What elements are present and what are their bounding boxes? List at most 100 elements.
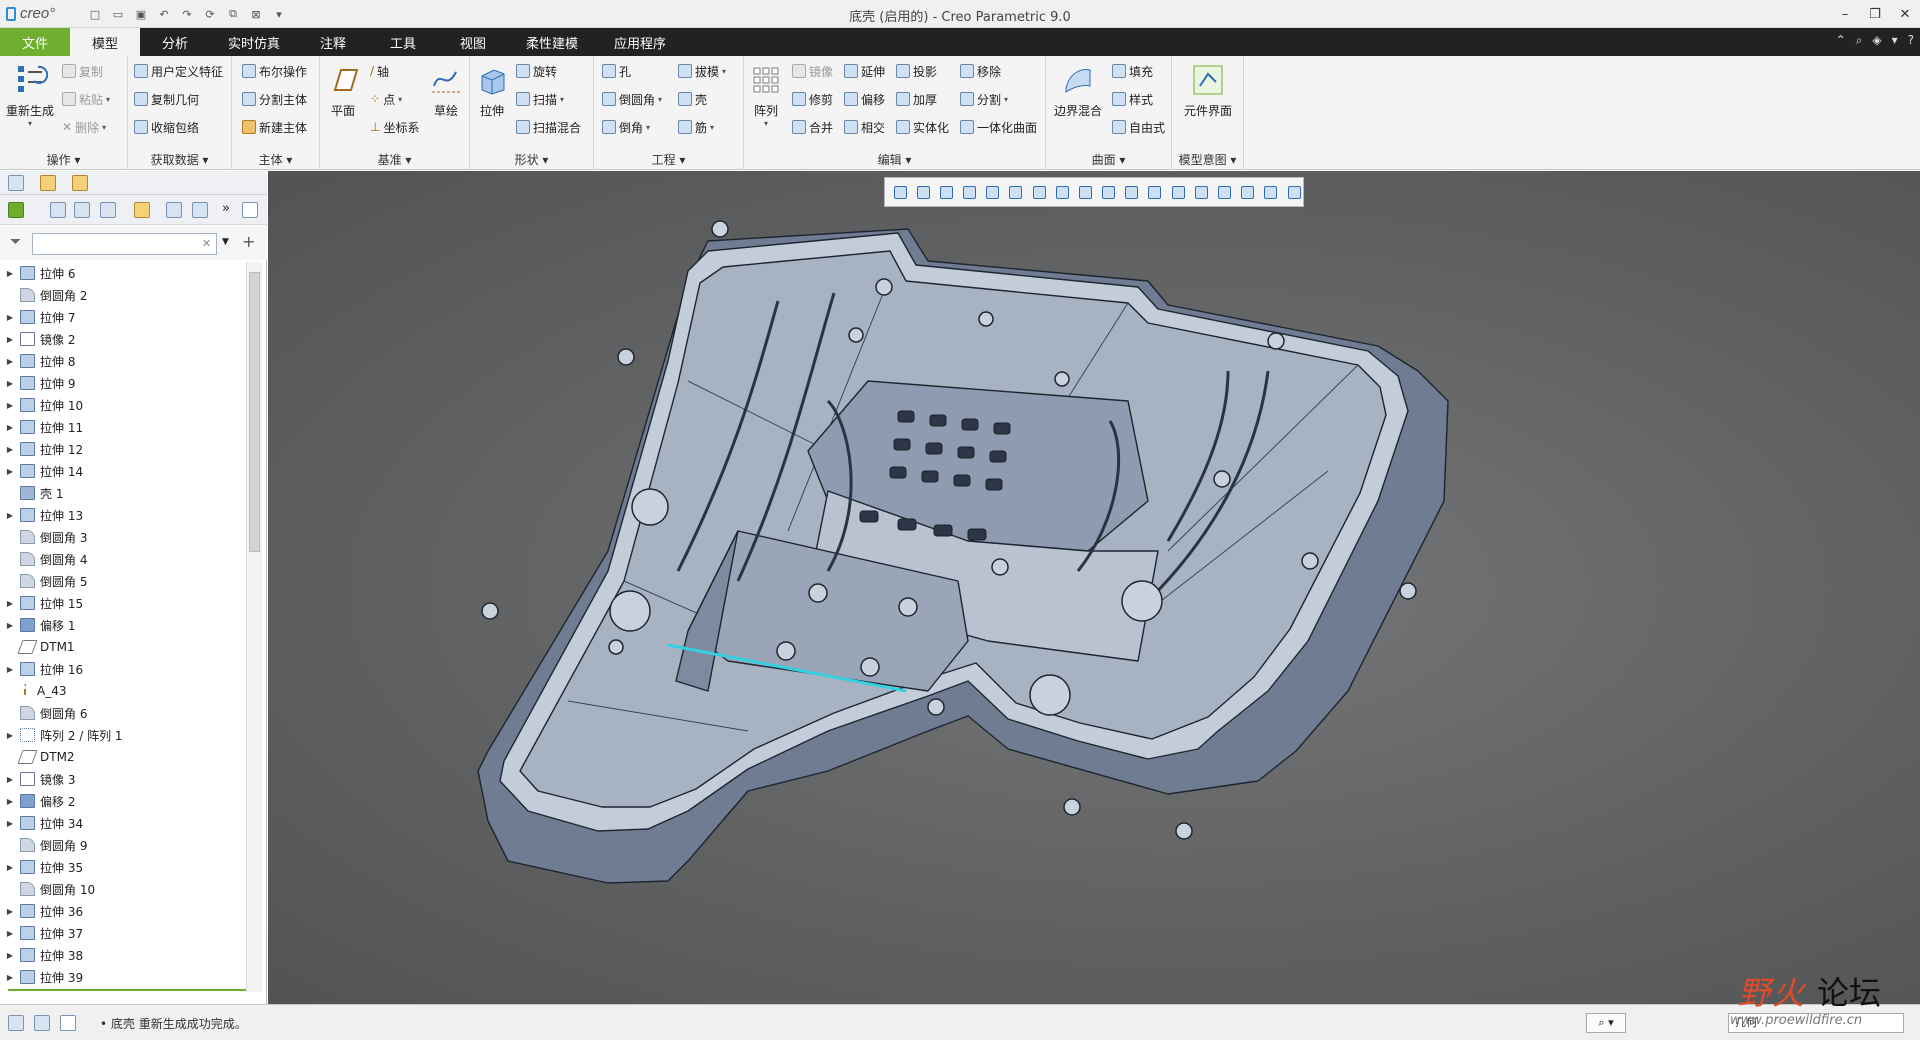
add-icon[interactable]: + [242, 232, 255, 251]
freestyle-button[interactable]: 自由式 [1112, 118, 1165, 136]
component-interface-button[interactable]: 元件界面 [1180, 62, 1236, 119]
tab-view[interactable]: 视图 [438, 28, 508, 56]
tree-item[interactable]: ▶ 拉伸 12 [0, 438, 246, 460]
expand-arrow-icon[interactable]: ▶ [0, 731, 20, 740]
search-dropdown-icon[interactable]: ▼ [222, 237, 229, 247]
tree-scrollbar[interactable] [246, 262, 262, 992]
thicken-button[interactable]: 加厚 [896, 90, 937, 108]
tree-item[interactable]: A_43 [0, 680, 246, 702]
new-body-button[interactable]: 新建主体 [242, 118, 307, 136]
expand-arrow-icon[interactable]: ▶ [0, 511, 20, 520]
tree-item[interactable]: ▶ 拉伸 37 [0, 922, 246, 944]
expand-arrow-icon[interactable]: ▶ [0, 357, 20, 366]
draft-button[interactable]: 拔模 ▾ [678, 62, 726, 80]
tree-item[interactable]: ▶ 拉伸 35 [0, 856, 246, 878]
copy-button[interactable]: 复制 [62, 62, 103, 80]
tree-item[interactable]: ▶ 拉伸 36 [0, 900, 246, 922]
revolve-button[interactable]: 旋转 [516, 62, 557, 80]
tree-columns-icon[interactable] [74, 202, 90, 218]
expand-arrow-icon[interactable]: ▶ [0, 819, 20, 828]
tree-item[interactable]: ▶ 拉伸 15 [0, 592, 246, 614]
customize-qat-icon[interactable]: ▾ [270, 5, 288, 23]
more-chevron-icon[interactable]: » [222, 201, 230, 216]
navigator-toggle-icon[interactable] [8, 1015, 24, 1031]
extrude-button[interactable]: 拉伸 [470, 62, 514, 119]
regenerate-icon[interactable]: ⟳ [201, 5, 219, 23]
expand-arrow-icon[interactable]: ▶ [0, 423, 20, 432]
offset-button[interactable]: 偏移 [844, 90, 885, 108]
favorites-tab-icon[interactable] [72, 175, 88, 191]
graphics-window[interactable] [268, 171, 1920, 1004]
model-tree-tab-icon[interactable] [8, 175, 24, 191]
delete-button[interactable]: ✕ 删除 ▾ [62, 118, 106, 136]
group-label-engineering[interactable]: 工程 ▾ [594, 151, 743, 168]
tree-item[interactable]: 倒圆角 3 [0, 526, 246, 548]
tree-item[interactable]: ▶ 偏移 2 [0, 790, 246, 812]
group-label-editing[interactable]: 编辑 ▾ [744, 151, 1045, 168]
regenerate-button[interactable]: 重新生成 ▾ [2, 62, 58, 128]
tree-item[interactable]: ▶ 拉伸 34 [0, 812, 246, 834]
pattern-button[interactable]: 阵列 ▾ [744, 62, 788, 128]
tree-list-icon[interactable] [50, 202, 66, 218]
insert-here-marker[interactable] [8, 989, 246, 991]
tree-item[interactable]: DTM1 [0, 636, 246, 658]
unify-surface-button[interactable]: 一体化曲面 [960, 118, 1037, 136]
fullscreen-icon[interactable] [60, 1015, 76, 1031]
tab-flexible-modeling[interactable]: 柔性建模 [508, 28, 596, 56]
expand-arrow-icon[interactable]: ▶ [0, 863, 20, 872]
tree-item[interactable]: 倒圆角 2 [0, 284, 246, 306]
style-button[interactable]: 样式 [1112, 90, 1153, 108]
expand-arrow-icon[interactable]: ▶ [0, 907, 20, 916]
hole-button[interactable]: 孔 [602, 62, 631, 80]
boundary-blend-button[interactable]: 边界混合 [1050, 62, 1106, 119]
group-label-operations[interactable]: 操作 ▾ [0, 151, 127, 168]
body-icon[interactable] [8, 202, 24, 218]
split-body-button[interactable]: 分割主体 [242, 90, 307, 108]
minimize-button[interactable]: – [1830, 0, 1860, 28]
paste-button[interactable]: 粘贴 ▾ [62, 90, 110, 108]
group-label-body[interactable]: 主体 ▾ [232, 151, 319, 168]
expand-arrow-icon[interactable]: ▶ [0, 775, 20, 784]
tree-item[interactable]: ▶ 偏移 1 [0, 614, 246, 636]
tree-item[interactable]: ▶ 拉伸 39 [0, 966, 246, 987]
split-button[interactable]: 分割 ▾ [960, 90, 1008, 108]
plane-button[interactable]: 平面 [320, 62, 366, 119]
tree-item[interactable]: ▶ 拉伸 7 [0, 306, 246, 328]
close-button[interactable]: ✕ [1890, 0, 1920, 28]
tree-item[interactable]: ▶ 拉伸 6 [0, 262, 246, 284]
fill-button[interactable]: 填充 [1112, 62, 1153, 80]
shrinkwrap-button[interactable]: 收缩包络 [134, 118, 199, 136]
expand-arrow-icon[interactable]: ▶ [0, 665, 20, 674]
tree-item[interactable]: ▶ 拉伸 10 [0, 394, 246, 416]
help-icon[interactable]: ? [1908, 33, 1914, 48]
trim-button[interactable]: 修剪 [792, 90, 833, 108]
tree-item[interactable]: ▶ 拉伸 16 [0, 658, 246, 680]
expand-arrow-icon[interactable]: ▶ [0, 269, 20, 278]
point-button[interactable]: ⁘ 点 ▾ [370, 90, 402, 108]
expand-arrow-icon[interactable]: ▶ [0, 379, 20, 388]
options-dropdown-icon[interactable]: ▾ [1892, 33, 1898, 48]
tab-model[interactable]: 模型 [70, 28, 140, 56]
expand-arrow-icon[interactable]: ▶ [0, 599, 20, 608]
expand-arrow-icon[interactable]: ▶ [0, 621, 20, 630]
round-button[interactable]: 倒圆角 ▾ [602, 90, 662, 108]
tree-item[interactable]: ▶ 拉伸 38 [0, 944, 246, 966]
group-label-model-intent[interactable]: 模型意图 ▾ [1172, 151, 1243, 168]
expand-arrow-icon[interactable]: ▶ [0, 313, 20, 322]
udf-button[interactable]: 用户定义特征 [134, 62, 223, 80]
merge-button[interactable]: 合并 [792, 118, 833, 136]
close-window-icon[interactable]: ⊠ [247, 5, 265, 23]
redo-icon[interactable]: ↷ [178, 5, 196, 23]
shell-button[interactable]: 壳 [678, 90, 707, 108]
new-file-icon[interactable]: □ [86, 5, 104, 23]
tab-analysis[interactable]: 分析 [140, 28, 210, 56]
tree-item[interactable]: 倒圆角 5 [0, 570, 246, 592]
tab-live-simulation[interactable]: 实时仿真 [210, 28, 298, 56]
mirror-button[interactable]: 镜像 [792, 62, 833, 80]
learning-icon[interactable]: ◈ [1872, 33, 1881, 48]
collapse-ribbon-icon[interactable]: ⌃ [1836, 33, 1846, 48]
axis-button[interactable]: / 轴 [370, 62, 389, 80]
tree-item[interactable]: ▶ 阵列 2 / 阵列 1 [0, 724, 246, 746]
tree-search-input[interactable] [32, 233, 217, 255]
expand-arrow-icon[interactable]: ▶ [0, 467, 20, 476]
